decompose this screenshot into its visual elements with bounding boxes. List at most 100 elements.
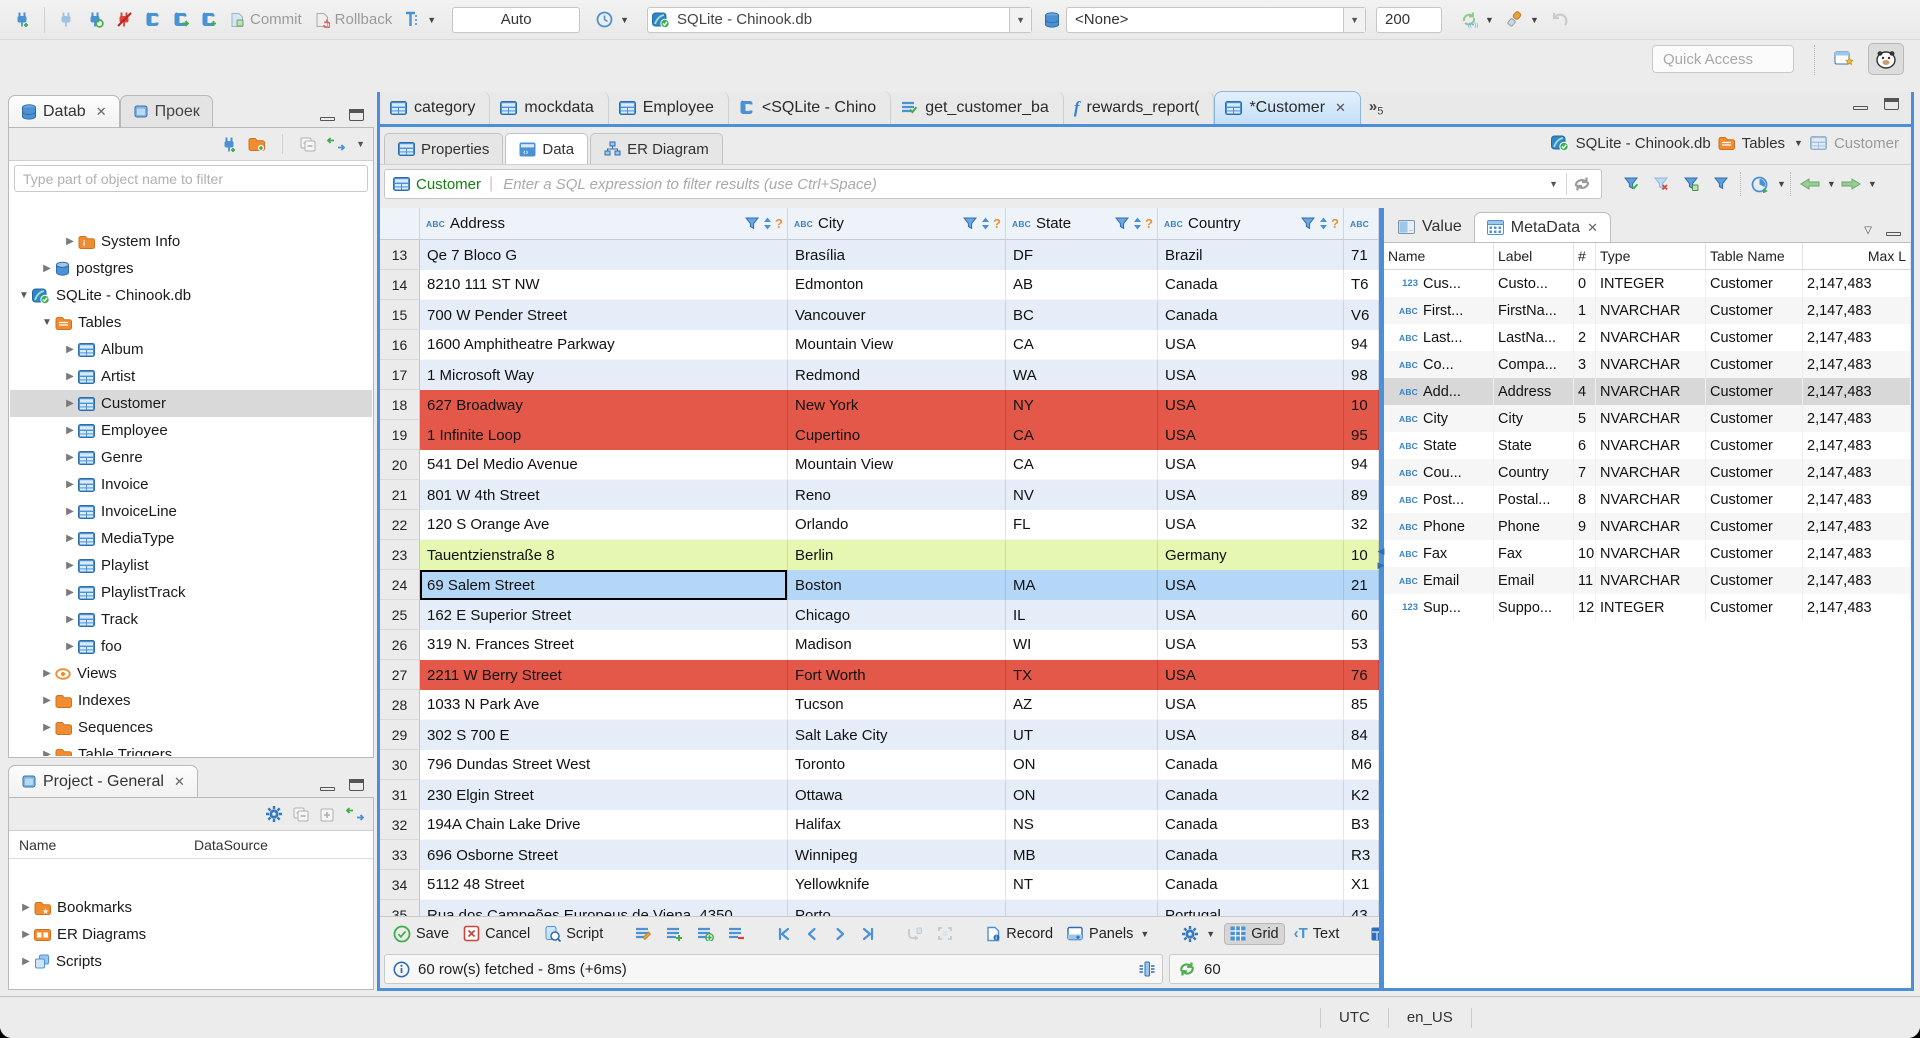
tree-item-album[interactable]: ▶ Album	[10, 336, 372, 363]
metadata-row-postal-[interactable]: ABC Post... Postal... 8 NVARCHAR Customer 2,14…	[1384, 486, 1911, 513]
meta-cell-ordinal[interactable]: 5	[1574, 405, 1596, 432]
meta-cell-table[interactable]: Customer	[1706, 351, 1803, 378]
cell-country[interactable]: USA	[1158, 450, 1344, 480]
column-hint-icon[interactable]: ?	[775, 216, 783, 231]
previous-row-button[interactable]	[800, 925, 824, 943]
cell-postalcode[interactable]: 84	[1344, 720, 1379, 750]
tab-project-general[interactable]: Project - General ✕	[8, 765, 198, 797]
meta-cell-ordinal[interactable]: 3	[1574, 351, 1596, 378]
row-number[interactable]: 23	[380, 540, 420, 570]
text-mode-button[interactable]: ‹T Text	[1289, 923, 1345, 944]
cell-state[interactable]: MA	[1006, 570, 1158, 600]
row-number[interactable]: 29	[380, 720, 420, 750]
meta-cell-ordinal[interactable]: 11	[1574, 567, 1596, 594]
cell-postalcode[interactable]: T6	[1344, 270, 1379, 300]
meta-cell-ordinal[interactable]: 4	[1574, 378, 1596, 405]
save-filter-button[interactable]	[1676, 169, 1706, 199]
transaction-log-button[interactable]: ▼	[398, 4, 442, 36]
cell-city[interactable]: Reno	[788, 480, 1006, 510]
cell-address[interactable]: 1 Infinite Loop	[420, 420, 788, 450]
metadata-column-name[interactable]: Name	[1384, 243, 1494, 270]
column-hint-icon[interactable]: ?	[1145, 216, 1153, 231]
cell-country[interactable]: Canada	[1158, 810, 1344, 840]
meta-cell-table[interactable]: Customer	[1706, 567, 1803, 594]
zoom-cell-button[interactable]	[932, 924, 958, 943]
meta-cell-name[interactable]: ABC Phone	[1384, 513, 1494, 540]
commit-button[interactable]: Commit	[223, 4, 308, 36]
cell-address[interactable]: 627 Broadway	[420, 390, 788, 420]
tree-expand-icon[interactable]: ▶	[39, 749, 55, 756]
duplicate-row-button[interactable]	[692, 924, 719, 943]
tree-expand-icon[interactable]: ▶	[62, 344, 78, 355]
breadcrumb-connection[interactable]: SQLite - Chinook.db	[1576, 135, 1711, 152]
tab-database-navigator[interactable]: Datab ✕	[8, 95, 120, 127]
cell-country[interactable]: USA	[1158, 330, 1344, 360]
collapse-all-icon[interactable]	[293, 807, 309, 822]
meta-cell-maxlen[interactable]: 2,147,483	[1803, 405, 1911, 432]
meta-cell-label[interactable]: FirstNa...	[1494, 297, 1574, 324]
cell-address[interactable]: 230 Elgin Street	[420, 780, 788, 810]
cell-address[interactable]: 541 Del Medio Avenue	[420, 450, 788, 480]
apply-filter-button[interactable]	[1616, 169, 1646, 199]
meta-cell-maxlen[interactable]: 2,147,483	[1803, 324, 1911, 351]
row-number[interactable]: 14	[380, 270, 420, 300]
editor-tab-employee[interactable]: Employee	[609, 91, 729, 124]
cell-state[interactable]: ON	[1006, 750, 1158, 780]
grid-corner-cell[interactable]	[380, 208, 420, 240]
cell-state[interactable]: TX	[1006, 660, 1158, 690]
row-number[interactable]: 31	[380, 780, 420, 810]
row-number[interactable]: 22	[380, 510, 420, 540]
chevron-down-icon[interactable]: ▼	[1794, 138, 1803, 148]
cell-state[interactable]: NS	[1006, 810, 1158, 840]
cell-postalcode[interactable]: 94	[1344, 330, 1379, 360]
cell-city[interactable]: Tucson	[788, 690, 1006, 720]
tree-expand-icon[interactable]: ▶	[39, 668, 55, 679]
meta-cell-label[interactable]: LastNa...	[1494, 324, 1574, 351]
cell-city[interactable]: Yellowknife	[788, 870, 1006, 900]
column-header-state[interactable]: ABC State?	[1006, 208, 1158, 240]
meta-cell-name[interactable]: ABC State	[1384, 432, 1494, 459]
schema-dropdown-button[interactable]: ▼	[1343, 7, 1366, 32]
fetch-page-icon[interactable]	[1138, 961, 1162, 977]
cell-city[interactable]: Porto	[788, 900, 1006, 916]
meta-cell-ordinal[interactable]: 0	[1574, 270, 1596, 297]
tree-expand-icon[interactable]: ▶	[18, 902, 34, 913]
meta-cell-type[interactable]: NVARCHAR	[1596, 297, 1706, 324]
meta-cell-type[interactable]: NVARCHAR	[1596, 540, 1706, 567]
cell-postalcode[interactable]: X1	[1344, 870, 1379, 900]
meta-cell-type[interactable]: INTEGER	[1596, 270, 1706, 297]
project-item-er-diagrams[interactable]: ▶ ER Diagrams	[10, 921, 372, 948]
meta-cell-type[interactable]: NVARCHAR	[1596, 459, 1706, 486]
auto-refresh-button[interactable]	[1745, 169, 1775, 199]
cell-address[interactable]: 1033 N Park Ave	[420, 690, 788, 720]
row-number[interactable]: 27	[380, 660, 420, 690]
cell-country[interactable]: USA	[1158, 630, 1344, 660]
row-number[interactable]: 16	[380, 330, 420, 360]
cell-country[interactable]: USA	[1158, 660, 1344, 690]
cell-address[interactable]: 796 Dundas Street West	[420, 750, 788, 780]
tree-item-genre[interactable]: ▶ Genre	[10, 444, 372, 471]
meta-cell-maxlen[interactable]: 2,147,483	[1803, 270, 1911, 297]
tree-expand-icon[interactable]: ▶	[18, 956, 34, 967]
collapse-all-icon[interactable]	[300, 137, 316, 152]
cell-city[interactable]: Boston	[788, 570, 1006, 600]
metadata-row-phone[interactable]: ABC Phone Phone 9 NVARCHAR Customer 2,147,483	[1384, 513, 1911, 540]
chevron-down-icon[interactable]: ▼	[1777, 179, 1786, 189]
tree-expand-icon[interactable]: ▶	[62, 641, 78, 652]
meta-cell-maxlen[interactable]: 2,147,483	[1803, 513, 1911, 540]
cell-country[interactable]: USA	[1158, 420, 1344, 450]
open-sql-script-button[interactable]	[167, 4, 195, 36]
meta-cell-name[interactable]: ABC Co...	[1384, 351, 1494, 378]
meta-cell-label[interactable]: Fax	[1494, 540, 1574, 567]
cell-address[interactable]: 194A Chain Lake Drive	[420, 810, 788, 840]
cell-state[interactable]	[1006, 540, 1158, 570]
close-icon[interactable]: ✕	[1335, 100, 1346, 116]
cell-address[interactable]: 69 Salem Street	[420, 570, 788, 600]
meta-cell-table[interactable]: Customer	[1706, 540, 1803, 567]
meta-cell-name[interactable]: 123 Sup...	[1384, 594, 1494, 621]
cell-country[interactable]: USA	[1158, 360, 1344, 390]
row-number[interactable]: 30	[380, 750, 420, 780]
cell-country[interactable]: Canada	[1158, 750, 1344, 780]
object-filter-input[interactable]: Type part of object name to filter	[14, 165, 368, 192]
cell-city[interactable]: Ottawa	[788, 780, 1006, 810]
